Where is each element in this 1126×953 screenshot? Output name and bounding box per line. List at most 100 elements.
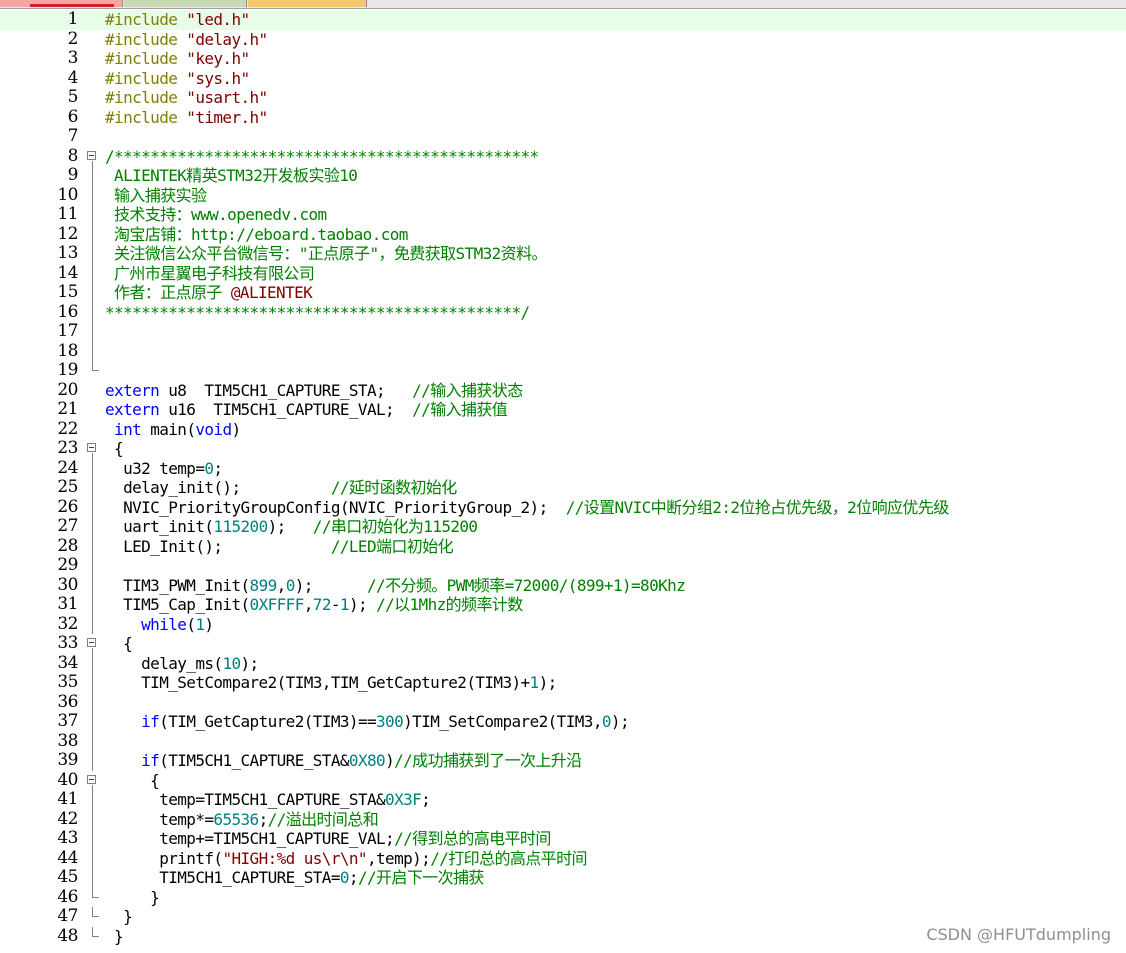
file-tab-active[interactable] [0, 0, 123, 7]
code-text[interactable]: { [105, 634, 133, 654]
code-line[interactable]: 20 extern u8 TIM5CH1_CAPTURE_STA; //输入捕获状… [0, 380, 1126, 401]
code-text[interactable]: { [105, 771, 160, 791]
code-text[interactable]: } [105, 888, 160, 908]
code-line[interactable]: 5 #include "usart.h" [0, 87, 1126, 108]
code-line[interactable]: 47 } [0, 906, 1126, 927]
code-text[interactable]: 广州市星翼电子科技有限公司 [105, 264, 315, 284]
code-line[interactable]: 29 [0, 555, 1126, 576]
code-line[interactable]: 24 u32 temp=0; [0, 458, 1126, 479]
code-text[interactable]: TIM5_Cap_Init(0XFFFF,72-1); //以1Mhz的频率计数 [105, 595, 523, 615]
code-text[interactable]: while(1) [105, 615, 214, 635]
code-line[interactable]: 12 淘宝店铺：http://eboard.taobao.com [0, 224, 1126, 245]
code-text[interactable]: #include "led.h" [105, 10, 250, 30]
code-area[interactable]: 1 #include "led.h" 2 #include "delay.h" 3 #in… [0, 9, 1126, 953]
code-text[interactable]: } [105, 927, 124, 947]
code-line[interactable]: 37 if(TIM_GetCapture2(TIM3)==300)TIM_Set… [0, 711, 1126, 732]
code-text[interactable]: temp*=65536;//溢出时间总和 [105, 810, 379, 830]
code-line[interactable]: 34 delay_ms(10); [0, 653, 1126, 674]
code-line[interactable]: 32 while(1) [0, 614, 1126, 635]
code-line[interactable]: 21 extern u16 TIM5CH1_CAPTURE_VAL; //输入捕获… [0, 399, 1126, 420]
code-line[interactable]: 15 作者：正点原子 @ALIENTEK [0, 282, 1126, 303]
code-text[interactable]: #include "usart.h" [105, 88, 268, 108]
code-line[interactable]: 14 广州市星翼电子科技有限公司 [0, 263, 1126, 284]
code-text[interactable]: temp=TIM5CH1_CAPTURE_STA&0X3F; [105, 790, 431, 810]
code-line[interactable]: 46 } [0, 887, 1126, 908]
code-text[interactable]: #include "key.h" [105, 49, 250, 69]
code-text[interactable]: extern u8 TIM5CH1_CAPTURE_STA; //输入捕获状态 [105, 381, 523, 401]
code-token: - [330, 595, 341, 614]
code-text[interactable]: printf("HIGH:%d us\r\n",temp);//打印总的高点平时… [105, 849, 587, 869]
code-line[interactable]: 25 delay_init(); //延时函数初始化 [0, 477, 1126, 498]
code-line[interactable]: 26 NVIC_PriorityGroupConfig(NVIC_Priorit… [0, 497, 1126, 518]
code-line[interactable]: 19 [0, 360, 1126, 381]
code-text[interactable]: #include "timer.h" [105, 108, 268, 128]
code-text[interactable]: #include "delay.h" [105, 30, 268, 50]
code-text[interactable]: TIM5CH1_CAPTURE_STA=0;//开启下一次捕获 [105, 868, 484, 888]
fold-collapse-icon[interactable] [87, 150, 96, 160]
code-text[interactable]: if(TIM_GetCapture2(TIM3)==300)TIM_SetCom… [105, 712, 629, 732]
code-text[interactable]: u32 temp=0; [105, 459, 223, 479]
code-text[interactable]: { [105, 439, 124, 459]
code-line[interactable]: 22 int main(void) [0, 419, 1126, 440]
code-text[interactable]: ****************************************… [105, 303, 530, 323]
code-text[interactable]: TIM_SetCompare2(TIM3,TIM_GetCapture2(TIM… [105, 673, 557, 693]
code-text[interactable]: } [105, 907, 133, 927]
code-text[interactable]: LED_Init(); //LED端口初始化 [105, 537, 454, 557]
code-text[interactable]: 关注微信公众平台微信号："正点原子"，免费获取STM32资料。 [105, 244, 547, 264]
fold-collapse-icon[interactable] [87, 443, 96, 452]
code-line[interactable]: 10 输入捕获实验 [0, 185, 1126, 206]
code-line[interactable]: 16 **************************************… [0, 302, 1126, 323]
code-line[interactable]: 2 #include "delay.h" [0, 29, 1126, 50]
code-line[interactable]: 13 关注微信公众平台微信号："正点原子"，免费获取STM32资料。 [0, 243, 1126, 264]
code-text[interactable]: delay_init(); //延时函数初始化 [105, 478, 457, 498]
code-text[interactable]: temp+=TIM5CH1_CAPTURE_VAL;//得到总的高电平时间 [105, 829, 551, 849]
code-text[interactable]: 淘宝店铺：http://eboard.taobao.com [105, 225, 408, 245]
file-tab[interactable] [248, 0, 367, 7]
code-line[interactable]: 18 [0, 341, 1126, 361]
code-token: ****************************************… [105, 302, 530, 322]
code-line[interactable]: 17 [0, 321, 1126, 342]
code-line[interactable]: 3 #include "key.h" [0, 48, 1126, 69]
line-number: 9 [67, 165, 79, 185]
code-text[interactable]: uart_init(115200); //串口初始化为115200 [105, 517, 478, 537]
code-line[interactable]: 30 TIM3_PWM_Init(899,0); //不分频。PWM频率=720… [0, 575, 1126, 596]
code-text[interactable]: /***************************************… [105, 147, 539, 167]
code-line[interactable]: 33 { [0, 633, 1126, 654]
code-line[interactable]: 8 /**************************************… [0, 146, 1126, 167]
code-line[interactable]: 31 TIM5_Cap_Init(0XFFFF,72-1); //以1Mhz的频… [0, 594, 1126, 615]
code-line[interactable]: 42 temp*=65536;//溢出时间总和 [0, 809, 1126, 830]
code-text[interactable]: 技术支持：www.openedv.com [105, 205, 327, 225]
code-line[interactable]: 1 #include "led.h" [0, 9, 1126, 30]
code-line[interactable]: 7 [0, 126, 1126, 147]
file-tab[interactable] [124, 0, 247, 7]
code-line[interactable]: 41 temp=TIM5CH1_CAPTURE_STA&0X3F; [0, 789, 1126, 810]
code-text[interactable]: if(TIM5CH1_CAPTURE_STA&0X80)//成功捕获到了一次上升… [105, 751, 582, 771]
code-editor[interactable]: 1 #include "led.h" 2 #include "delay.h" 3 #in… [0, 9, 1126, 953]
code-line[interactable]: 44 printf("HIGH:%d us\r\n",temp);//打印总的高… [0, 848, 1126, 869]
code-line[interactable]: 9 ALIENTEK精英STM32开发板实验10 [0, 165, 1126, 186]
code-text[interactable]: int main(void) [105, 420, 241, 440]
code-line[interactable]: 43 temp+=TIM5CH1_CAPTURE_VAL;//得到总的高电平时间 [0, 828, 1126, 849]
code-text[interactable]: ALIENTEK精英STM32开发板实验10 [105, 166, 358, 186]
code-line[interactable]: 6 #include "timer.h" [0, 107, 1126, 128]
code-line[interactable]: 36 [0, 692, 1126, 712]
code-line[interactable]: 39 if(TIM5CH1_CAPTURE_STA&0X80)//成功捕获到了一… [0, 750, 1126, 771]
code-line[interactable]: 4 #include "sys.h" [0, 68, 1126, 89]
fold-collapse-icon[interactable] [87, 774, 96, 784]
code-text[interactable]: 输入捕获实验 [105, 186, 207, 206]
code-line[interactable]: 45 TIM5CH1_CAPTURE_STA=0;//开启下一次捕获 [0, 867, 1126, 888]
fold-collapse-icon[interactable] [87, 638, 96, 647]
code-line[interactable]: 40 { [0, 770, 1126, 791]
code-text[interactable]: TIM3_PWM_Init(899,0); //不分频。PWM频率=72000/… [105, 576, 686, 596]
code-text[interactable]: 作者：正点原子 @ALIENTEK [105, 283, 313, 303]
code-line[interactable]: 11 技术支持：www.openedv.com [0, 204, 1126, 225]
code-line[interactable]: 27 uart_init(115200); //串口初始化为115200 [0, 516, 1126, 537]
code-line[interactable]: 28 LED_Init(); //LED端口初始化 [0, 536, 1126, 557]
code-text[interactable]: extern u16 TIM5CH1_CAPTURE_VAL; //输入捕获值 [105, 400, 508, 420]
code-line[interactable]: 35 TIM_SetCompare2(TIM3,TIM_GetCapture2(… [0, 672, 1126, 693]
code-line[interactable]: 23 { [0, 438, 1126, 459]
code-text[interactable]: NVIC_PriorityGroupConfig(NVIC_PriorityGr… [105, 498, 949, 518]
code-text[interactable]: delay_ms(10); [105, 654, 259, 674]
code-text[interactable]: #include "sys.h" [105, 69, 250, 89]
code-line[interactable]: 38 [0, 731, 1126, 751]
